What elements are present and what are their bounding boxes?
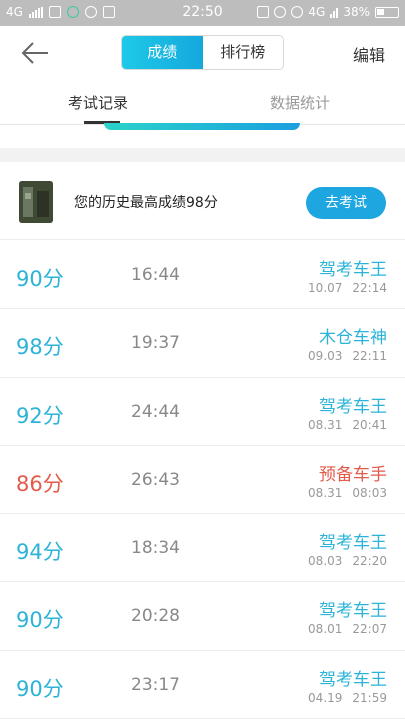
record-timestamp: 08.31 08:03 xyxy=(308,486,387,500)
back-button[interactable] xyxy=(20,40,50,66)
record-score: 90分 xyxy=(16,267,64,291)
record-title: 驾考车王 xyxy=(319,601,387,622)
record-timestamp: 04.19 21:59 xyxy=(308,691,387,705)
banner-strip[interactable] xyxy=(104,123,300,130)
record-timestamp: 08.03 22:20 xyxy=(308,554,387,568)
record-time: 22:14 xyxy=(352,281,387,295)
record-title: 木仓车神 xyxy=(319,328,387,349)
record-time: 22:07 xyxy=(352,622,387,637)
record-time: 20:41 xyxy=(352,417,387,432)
record-timestamp: 08.01 22:07 xyxy=(308,622,387,636)
record-duration: 19:37 xyxy=(131,333,180,354)
record-row[interactable]: 92分 24:44 驾考车王 08.31 20:41 xyxy=(0,378,405,446)
record-time: 22:11 xyxy=(352,349,387,364)
record-title: 驾考车王 xyxy=(319,396,387,417)
record-row[interactable]: 94分 18:34 驾考车王 08.03 22:20 xyxy=(0,514,405,583)
battery-saver-icon xyxy=(257,6,270,18)
status-bar: 4G 22:50 4G 38% xyxy=(0,0,405,26)
record-duration: 18:34 xyxy=(131,538,180,559)
edit-button[interactable]: 编辑 xyxy=(353,42,385,66)
record-title: 预备车手 xyxy=(319,464,387,485)
record-row[interactable]: 98分 19:37 木仓车神 09.03 22:11 xyxy=(0,309,405,378)
record-score: 90分 xyxy=(16,608,64,633)
record-timestamp: 09.03 22:11 xyxy=(308,349,387,363)
best-score-text: 您的历史最高成绩98分 xyxy=(74,195,218,211)
record-date: 10.07 xyxy=(308,281,343,295)
section-gap xyxy=(0,148,405,162)
record-score: 98分 xyxy=(16,335,64,360)
record-score: 94分 xyxy=(16,540,64,565)
avatar xyxy=(19,181,53,223)
record-date: 09.03 xyxy=(308,349,343,364)
record-duration: 24:44 xyxy=(131,401,180,422)
record-row[interactable]: 90分 23:17 驾考车王 04.19 21:59 xyxy=(0,651,405,720)
record-duration: 20:28 xyxy=(131,606,180,627)
record-time: 22:20 xyxy=(352,554,387,569)
go-exam-button[interactable]: 去考试 xyxy=(306,187,386,219)
record-timestamp: 10.07 22:14 xyxy=(308,281,387,295)
network-right-label: 4G xyxy=(308,5,326,19)
back-arrow-icon xyxy=(21,42,48,64)
record-score: 92分 xyxy=(16,403,64,428)
record-score: 90分 xyxy=(16,676,64,701)
record-date: 08.31 xyxy=(308,485,343,500)
record-time: 21:59 xyxy=(352,690,387,705)
record-duration: 26:43 xyxy=(131,469,180,490)
tab-data-stats[interactable]: 数据统计 xyxy=(270,92,330,113)
segment-control: 成绩 排行榜 xyxy=(121,35,284,70)
record-row[interactable]: 90分 20:28 驾考车王 08.01 22:07 xyxy=(0,582,405,651)
app-header: 成绩 排行榜 编辑 xyxy=(0,26,405,80)
record-duration: 16:44 xyxy=(131,265,180,285)
battery-percent: 38% xyxy=(343,5,370,19)
record-duration: 23:17 xyxy=(131,674,180,695)
signal-right-icon xyxy=(330,7,339,18)
record-title: 驾考车王 xyxy=(319,260,387,280)
record-date: 08.03 xyxy=(308,554,343,569)
record-date: 04.19 xyxy=(308,690,343,705)
tab-bar: 考试记录 数据统计 xyxy=(0,80,405,124)
record-time: 08:03 xyxy=(352,485,387,500)
records-list: 90分 16:44 驾考车王 10.07 22:14 98分 19:37 木仓车神 09.03 2… xyxy=(0,241,405,720)
tab-exam-records[interactable]: 考试记录 xyxy=(68,92,128,113)
record-timestamp: 08.31 20:41 xyxy=(308,418,387,432)
mute-icon xyxy=(291,6,304,18)
record-title: 驾考车王 xyxy=(319,533,387,554)
alarm-icon xyxy=(274,6,287,18)
record-date: 08.31 xyxy=(308,417,343,432)
segment-ranking[interactable]: 排行榜 xyxy=(203,36,284,69)
segment-scores[interactable]: 成绩 xyxy=(122,36,203,69)
record-row[interactable]: 86分 26:43 预备车手 08.31 08:03 xyxy=(0,446,405,515)
record-date: 08.01 xyxy=(308,622,343,637)
best-score-card: 您的历史最高成绩98分 去考试 xyxy=(0,162,405,240)
battery-icon xyxy=(375,6,399,18)
record-row[interactable]: 90分 16:44 驾考车王 10.07 22:14 xyxy=(0,241,405,310)
record-score: 86分 xyxy=(16,471,64,496)
record-title: 驾考车王 xyxy=(319,669,387,690)
